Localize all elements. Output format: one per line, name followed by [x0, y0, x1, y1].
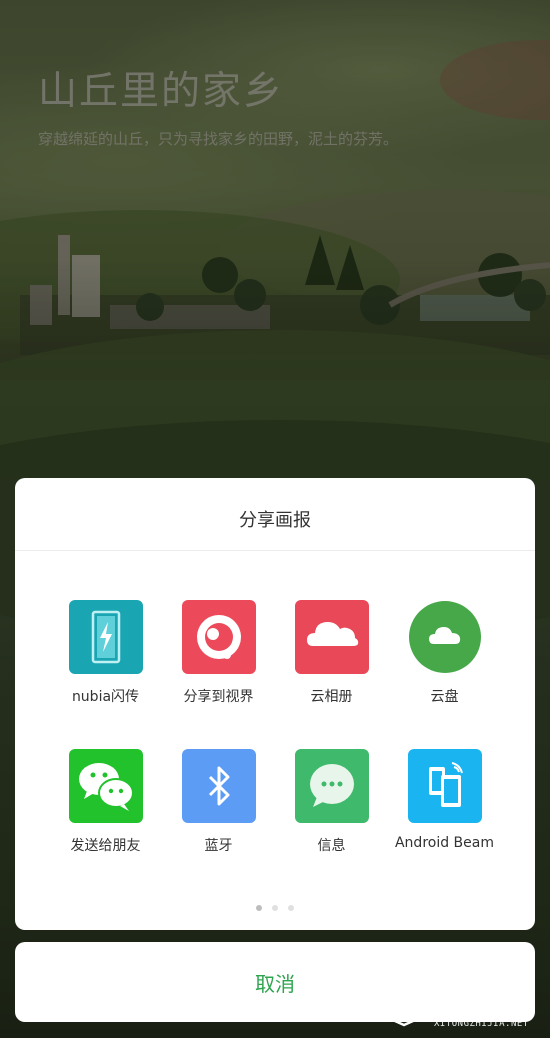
share-sheet: 分享画报 nubia闪传 分享到视界 云相册 云盘 发送给朋友 蓝牙 信息 An… — [15, 478, 535, 930]
wechat-icon — [68, 749, 143, 823]
watermark-url: XITONGZHIJIA.NET — [434, 1019, 529, 1029]
cloud-album-icon — [294, 600, 369, 674]
share-app-cloud-drive[interactable]: 云盘 — [388, 600, 501, 706]
vision-share-icon — [181, 600, 256, 674]
android-beam-icon — [407, 749, 482, 823]
app-label: Android Beam — [394, 835, 494, 851]
watermark: 系统之家 XITONGZHIJIA.NET — [378, 985, 546, 1033]
share-app-messages[interactable]: 信息 — [275, 749, 388, 855]
share-app-grid: nubia闪传 分享到视界 云相册 云盘 发送给朋友 蓝牙 信息 Android… — [15, 600, 535, 855]
bluetooth-icon — [181, 749, 256, 823]
watermark-logo — [384, 991, 424, 1027]
app-label: 云盘 — [430, 689, 459, 705]
app-label: 分享到视界 — [183, 689, 254, 705]
share-app-nubia-flash[interactable]: nubia闪传 — [49, 600, 162, 706]
page-dot-active[interactable] — [256, 905, 262, 911]
page-dot[interactable] — [272, 905, 278, 911]
share-app-android-beam[interactable]: Android Beam — [388, 749, 501, 855]
nubia-flash-transfer-icon — [68, 600, 143, 674]
page-indicator — [15, 905, 535, 911]
share-sheet-title: 分享画报 — [15, 478, 535, 551]
messages-icon — [294, 749, 369, 823]
app-label: nubia闪传 — [71, 689, 140, 705]
app-label: 发送给朋友 — [70, 838, 141, 854]
watermark-text: 系统之家 — [428, 993, 517, 1018]
cloud-drive-icon — [408, 600, 482, 674]
share-app-wechat[interactable]: 发送给朋友 — [49, 749, 162, 855]
share-app-bluetooth[interactable]: 蓝牙 — [162, 749, 275, 855]
page-dot[interactable] — [288, 905, 294, 911]
share-app-vision[interactable]: 分享到视界 — [162, 600, 275, 706]
share-app-cloud-album[interactable]: 云相册 — [275, 600, 388, 706]
app-label: 蓝牙 — [204, 838, 233, 854]
app-label: 云相册 — [310, 689, 353, 705]
app-label: 信息 — [317, 838, 346, 854]
